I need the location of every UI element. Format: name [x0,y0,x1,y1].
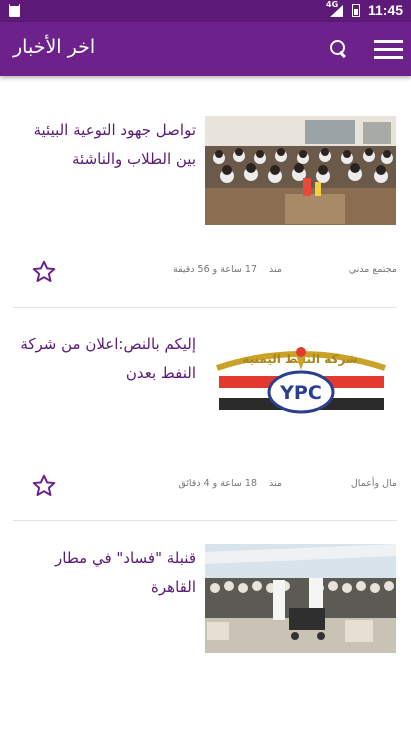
star-outline-icon[interactable] [31,473,57,499]
article-time: 18 ساعة و 4 دقائق [178,478,257,489]
page-title: اخر الأخبار [13,36,96,58]
article-meta: مال وأعمال منذ 18 ساعة و 4 دقائق [150,478,397,492]
news-headline[interactable]: تواصل جهود التوعية البيئية بين الطلاب وا… [14,116,196,174]
star-outline-icon[interactable] [31,259,57,285]
battery-icon [352,4,360,17]
clock: 11:45 [368,2,404,18]
news-card[interactable]: تواصل جهود التوعية البيئية بين الطلاب وا… [0,78,411,292]
news-card[interactable]: قنبلة "فساد" في مطار القاهرة [0,521,411,735]
article-time: 17 ساعة و 56 دقيقة [172,264,257,275]
article-source[interactable]: مال وأعمال [351,478,397,489]
menu-icon[interactable] [374,40,403,60]
search-icon[interactable] [328,38,350,60]
article-since-label: منذ [269,264,282,275]
status-bar: 4G 11:45 [0,0,411,22]
airport-photo[interactable] [205,544,396,653]
article-meta: مجتمع مدني منذ 17 ساعة و 56 دقيقة [150,264,397,278]
news-headline[interactable]: قنبلة "فساد" في مطار القاهرة [14,544,196,602]
classroom-photo[interactable] [205,116,396,225]
article-source[interactable]: مجتمع مدني [349,264,397,275]
sd-card-icon [9,3,20,17]
ypc-logo-text: YPC [279,382,322,404]
news-card[interactable]: شركة النفط اليمنية YPC إليكم بالنص:اعلان… [0,308,411,522]
app-bar: اخر الأخبار [0,22,411,76]
ypc-logo-image[interactable]: شركة النفط اليمنية YPC [205,330,396,439]
article-since-label: منذ [269,478,282,489]
news-headline[interactable]: إليكم بالنص:اعلان من شركة النفط بعدن [14,330,196,388]
signal-icon [330,5,343,17]
